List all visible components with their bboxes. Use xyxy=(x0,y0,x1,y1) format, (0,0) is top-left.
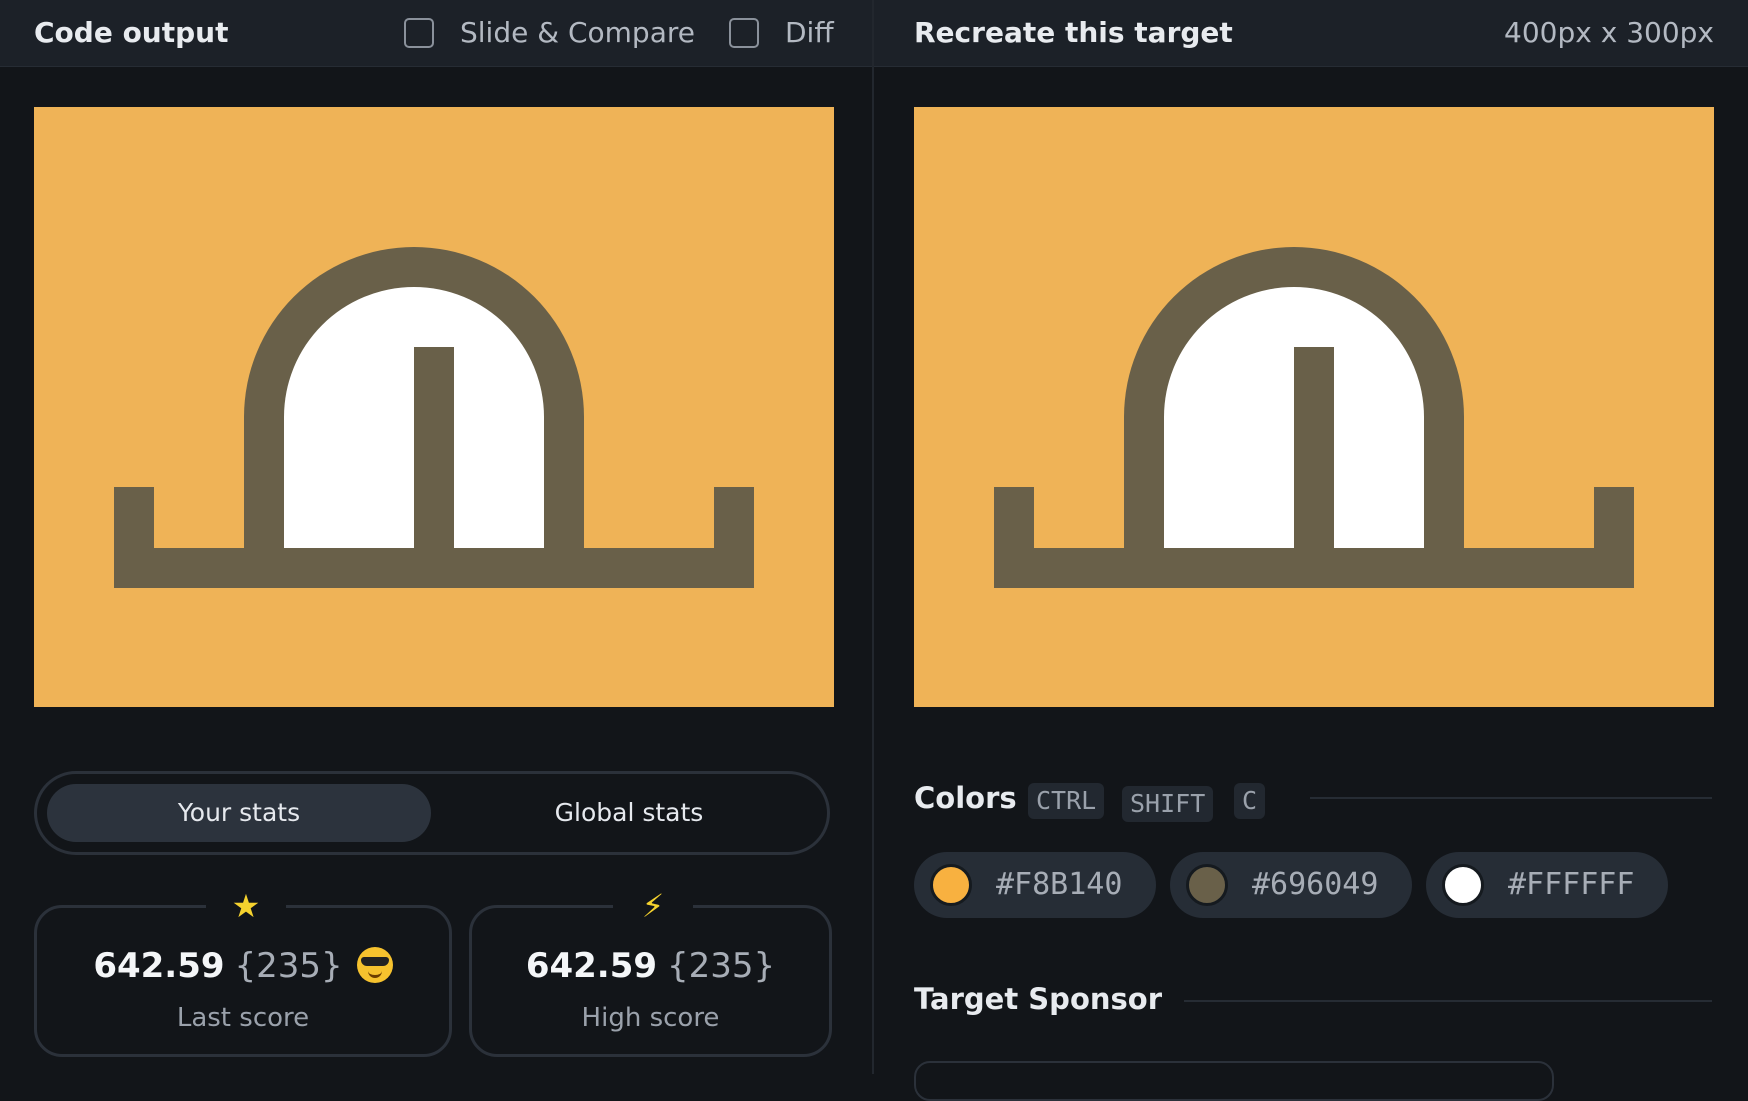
slide-compare-label[interactable]: Slide & Compare xyxy=(460,16,695,49)
swatch-olive-label: #696049 xyxy=(1252,867,1379,902)
base-bar xyxy=(114,548,754,588)
code-output-drawing xyxy=(34,107,834,707)
last-score-card: ★ 642.59 {235} Last score xyxy=(34,886,452,1057)
arch-center-bar xyxy=(414,347,454,548)
shortcut-c-key: C xyxy=(1234,783,1266,819)
code-output-canvas[interactable] xyxy=(34,107,834,707)
target-canvas[interactable] xyxy=(914,107,1714,707)
colors-rule xyxy=(1310,797,1712,799)
shortcut-ctrl-key: CTRL xyxy=(1028,783,1105,819)
swatch-orange-label: #F8B140 xyxy=(996,867,1123,902)
diff-label[interactable]: Diff xyxy=(785,16,834,49)
last-score-value: 642.59 xyxy=(93,946,225,986)
swatch-orange[interactable]: #F8B140 xyxy=(914,852,1156,918)
target-base-bar xyxy=(994,548,1634,588)
swatch-white-label: #FFFFFF xyxy=(1508,867,1635,902)
slide-compare-checkbox[interactable] xyxy=(404,18,434,48)
lightning-icon: ⚡ xyxy=(613,886,693,926)
stats-toggle: Your stats Global stats xyxy=(34,771,830,855)
star-icon: ★ xyxy=(206,886,286,926)
high-score-value-row: 642.59 {235} xyxy=(472,946,829,986)
target-sponsor-title: Target Sponsor xyxy=(914,982,1163,1016)
sunglasses-emoji-icon xyxy=(356,947,393,983)
high-score-value: 642.59 xyxy=(525,946,658,986)
target-panel: Recreate this target 400px x 300px Color… xyxy=(874,0,1748,1101)
swatch-olive[interactable]: #696049 xyxy=(1170,852,1412,918)
high-score-card: ⚡ 642.59 {235} High score xyxy=(469,886,832,1057)
shortcut-shift-key: SHIFT xyxy=(1122,786,1214,822)
target-arch-center-bar xyxy=(1294,347,1334,548)
code-output-panel: Code output Slide & Compare Diff Your st… xyxy=(0,0,872,1074)
target-header: Recreate this target 400px x 300px xyxy=(874,0,1748,67)
swatch-olive-dot xyxy=(1186,864,1228,906)
target-drawing xyxy=(914,107,1714,707)
colors-title: Colors xyxy=(914,781,1017,815)
diff-checkbox[interactable] xyxy=(729,18,759,48)
global-stats-tab[interactable]: Global stats xyxy=(437,784,821,842)
target-size: 400px x 300px xyxy=(1504,16,1714,49)
last-score-label: Last score xyxy=(176,1003,310,1033)
swatch-white-dot xyxy=(1442,864,1484,906)
last-score-value-row: 642.59 {235} xyxy=(37,946,449,986)
high-score-count: {235} xyxy=(667,946,776,986)
target-title: Recreate this target xyxy=(914,16,1233,49)
high-score-label: High score xyxy=(581,1003,720,1033)
code-output-title: Code output xyxy=(34,16,229,49)
sponsor-card[interactable] xyxy=(914,1061,1554,1101)
last-score-count: {235} xyxy=(234,946,343,986)
code-output-header: Code output Slide & Compare Diff xyxy=(0,0,872,67)
swatch-orange-dot xyxy=(930,864,972,906)
swatch-white[interactable]: #FFFFFF xyxy=(1426,852,1668,918)
sponsor-rule xyxy=(1184,1000,1712,1002)
your-stats-tab[interactable]: Your stats xyxy=(47,784,431,842)
